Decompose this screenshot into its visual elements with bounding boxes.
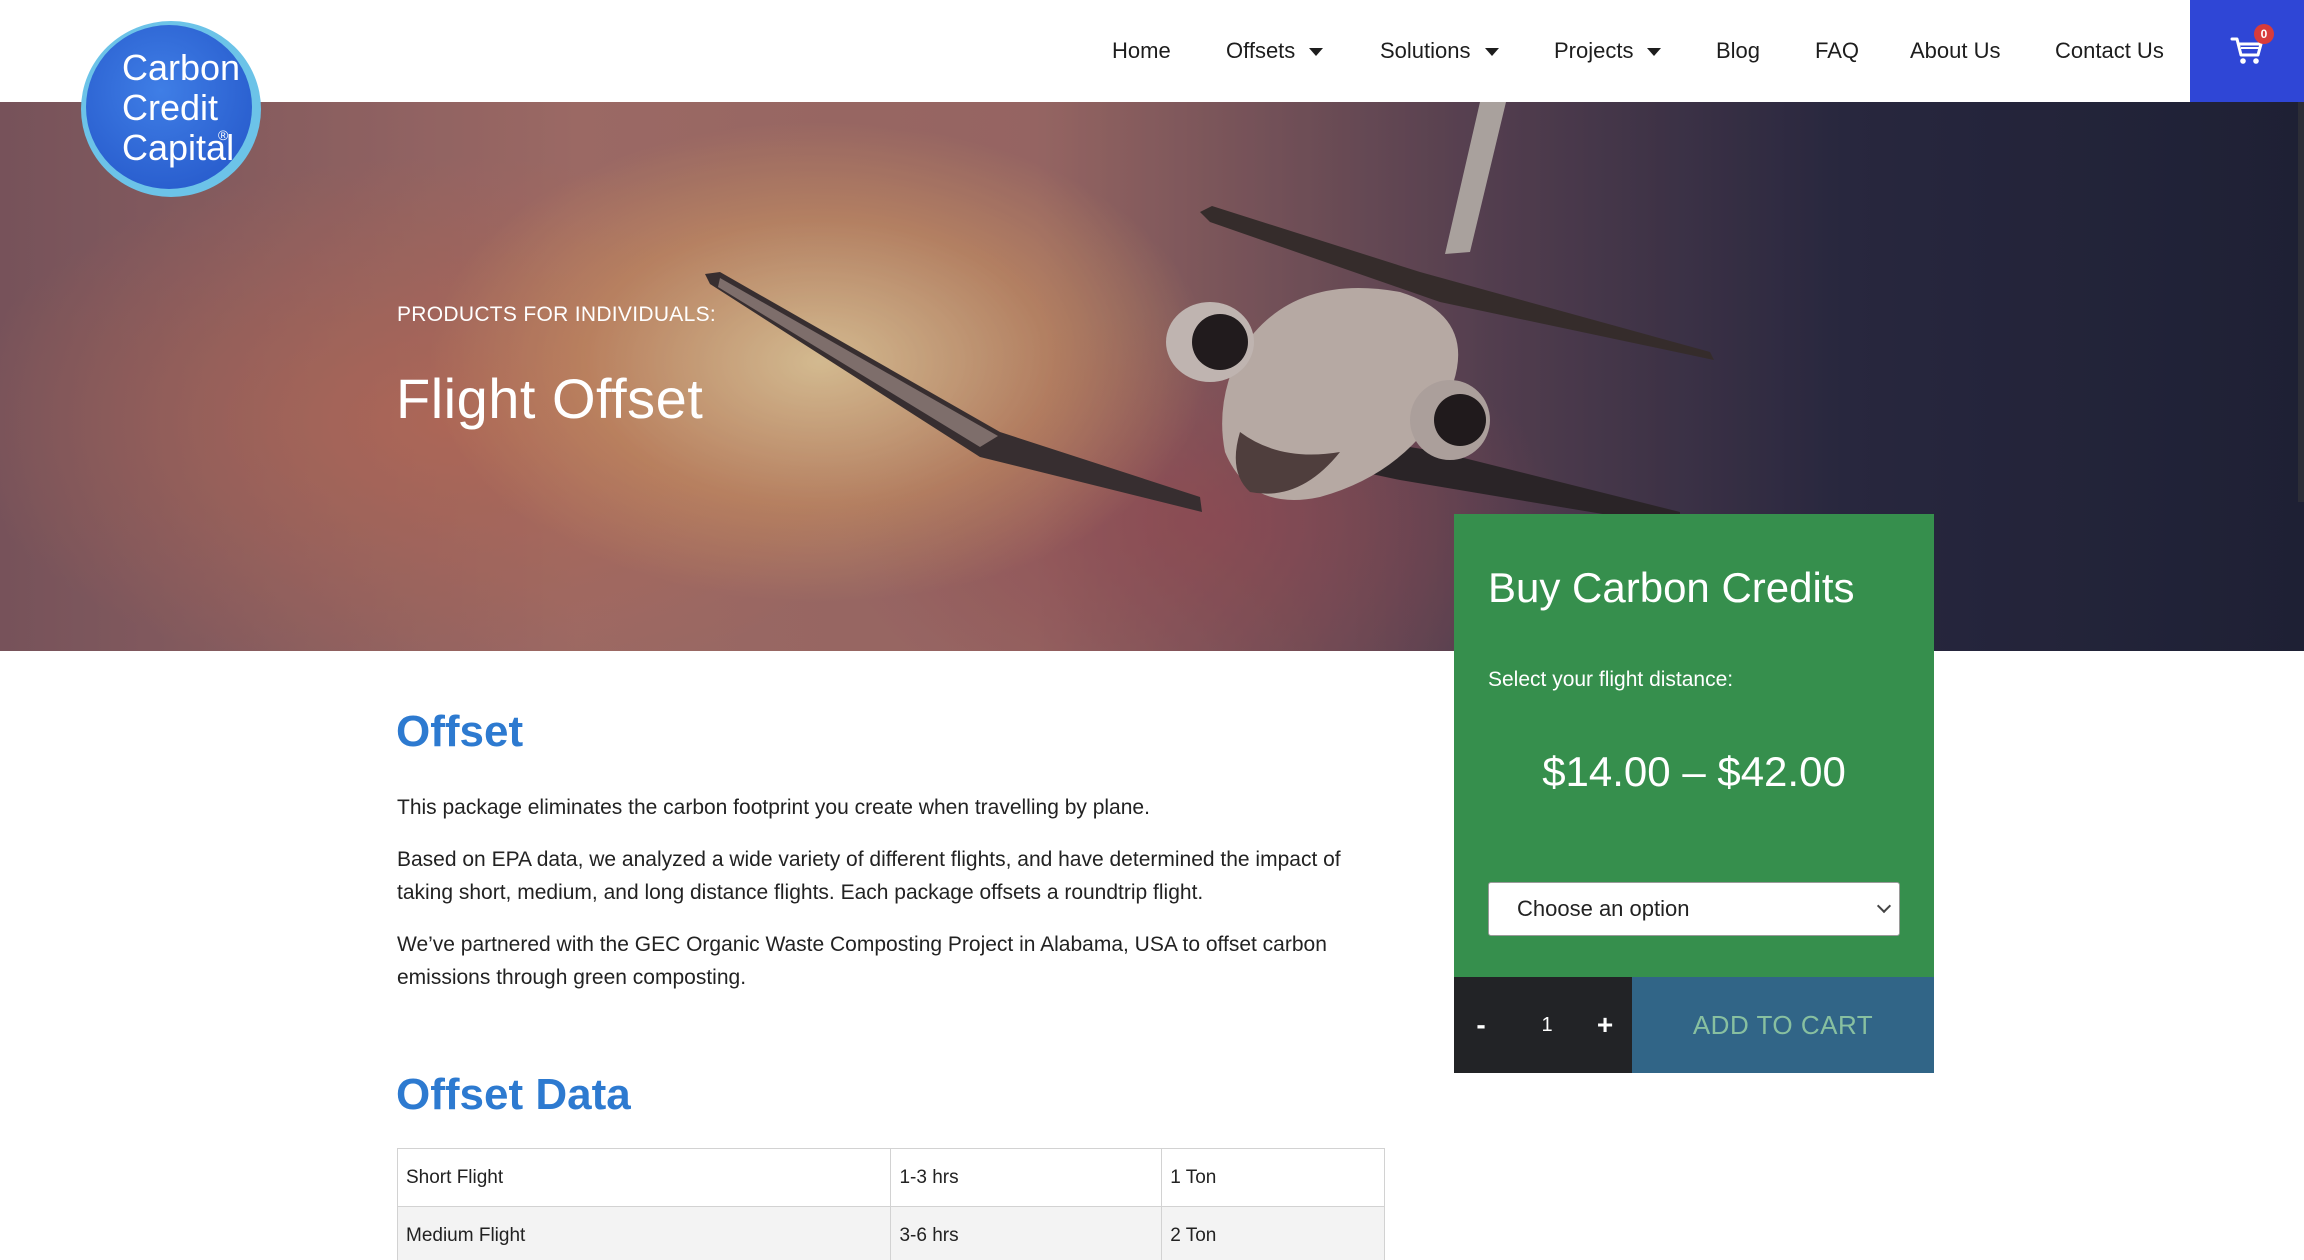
select-value: Choose an option	[1517, 896, 1690, 921]
quantity-decrease-button[interactable]: -	[1466, 977, 1496, 1073]
nav-projects[interactable]: Projects	[1554, 0, 1662, 102]
quantity-increase-button[interactable]: +	[1590, 977, 1620, 1073]
nav-solutions-label: Solutions	[1380, 38, 1471, 63]
nav-home[interactable]: Home	[1112, 0, 1171, 102]
add-to-cart-button[interactable]: ADD TO CART	[1632, 977, 1934, 1073]
buy-panel-body: Buy Carbon Credits Select your flight di…	[1454, 514, 1934, 977]
table-cell: Medium Flight	[396, 1206, 892, 1260]
carbon-credit-capital-logo[interactable]: Carbon Credit Capital ®	[78, 18, 264, 200]
scrollbar[interactable]	[2298, 102, 2304, 502]
offset-paragraph-1: This package eliminates the carbon footp…	[397, 796, 1150, 819]
logo-registered-mark: ®	[218, 127, 229, 143]
flight-distance-label: Select your flight distance:	[1488, 668, 1734, 691]
hero-overlay	[0, 102, 2304, 651]
nav-contact-label: Contact Us	[2055, 38, 2164, 63]
nav-about-us[interactable]: About Us	[1910, 0, 2001, 102]
nav-projects-label: Projects	[1554, 38, 1634, 63]
offset-paragraph-2: Based on EPA data, we analyzed a wide va…	[397, 848, 1341, 904]
table-cell: 3-6 hrs	[890, 1206, 1163, 1260]
chevron-down-icon	[1309, 48, 1324, 56]
chevron-down-icon	[1647, 48, 1662, 56]
buy-panel-title: Buy Carbon Credits	[1488, 564, 1855, 611]
page-title: Flight Offset	[396, 367, 704, 430]
table-row: Medium Flight 3-6 hrs 2 Ton	[396, 1206, 1385, 1260]
nav-solutions[interactable]: Solutions	[1380, 0, 1499, 102]
nav-faq[interactable]: FAQ	[1815, 0, 1859, 102]
nav-home-label: Home	[1112, 38, 1171, 63]
table-row: Short Flight 1-3 hrs 1 Ton	[396, 1148, 1385, 1207]
table-cell: Short Flight	[396, 1148, 892, 1207]
logo-line-2: Credit	[122, 87, 218, 128]
nav-blog-label: Blog	[1716, 38, 1761, 63]
offset-paragraph-3: We’ve partnered with the GEC Organic Was…	[397, 933, 1327, 989]
table-cell: 1 Ton	[1161, 1148, 1385, 1207]
offset-data-heading: Offset Data	[396, 1070, 631, 1119]
nav-contact-us[interactable]: Contact Us	[2055, 0, 2164, 102]
table-cell: 2 Ton	[1161, 1206, 1385, 1260]
cart-button[interactable]: 0	[2190, 0, 2304, 102]
logo-line-1: Carbon	[122, 47, 240, 88]
price-range: $14.00 – $42.00	[1542, 748, 1846, 795]
cart-count-badge: 0	[2254, 24, 2274, 44]
chevron-down-icon	[1484, 48, 1499, 56]
quantity-stepper: - 1 +	[1454, 977, 1632, 1073]
offset-data-table: Short Flight 1-3 hrs 1 Ton Medium Flight…	[396, 1148, 1385, 1260]
buy-carbon-credits-panel: Buy Carbon Credits Select your flight di…	[1454, 514, 1934, 1073]
offset-heading: Offset	[396, 707, 524, 756]
table-cell: 1-3 hrs	[890, 1148, 1163, 1207]
nav-blog[interactable]: Blog	[1716, 0, 1760, 102]
nav-offsets-label: Offsets	[1226, 38, 1296, 63]
hero-kicker: PRODUCTS FOR INDIVIDUALS:	[397, 303, 717, 326]
nav-offsets[interactable]: Offsets	[1226, 0, 1324, 102]
hero-banner: PRODUCTS FOR INDIVIDUALS: Flight Offset	[0, 102, 2304, 651]
chevron-down-icon	[1876, 898, 1892, 914]
quantity-input[interactable]: 1	[1522, 977, 1572, 1073]
nav-faq-label: FAQ	[1815, 38, 1860, 63]
flight-distance-select[interactable]: Choose an option	[1488, 882, 1900, 936]
nav-about-label: About Us	[1910, 38, 2001, 63]
site-header: Home Offsets Solutions Projects Blog FAQ…	[0, 0, 2304, 102]
